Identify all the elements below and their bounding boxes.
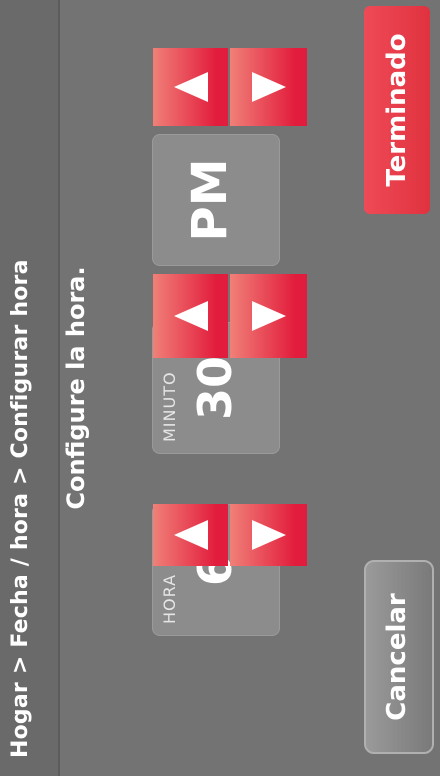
hour-down-button[interactable] [230,504,307,566]
minute-up-button[interactable] [153,274,228,358]
triangle-up-icon [153,48,228,126]
triangle-up-icon [153,274,228,358]
triangle-up-icon [153,504,228,566]
arrow-buttons-layer [0,0,440,776]
hour-up-button[interactable] [153,504,228,566]
triangle-down-icon [230,504,307,566]
triangle-down-icon [230,48,307,126]
ampm-up-button[interactable] [153,48,228,126]
minute-down-button[interactable] [230,274,307,358]
triangle-down-icon [230,274,307,358]
ampm-down-button[interactable] [230,48,307,126]
